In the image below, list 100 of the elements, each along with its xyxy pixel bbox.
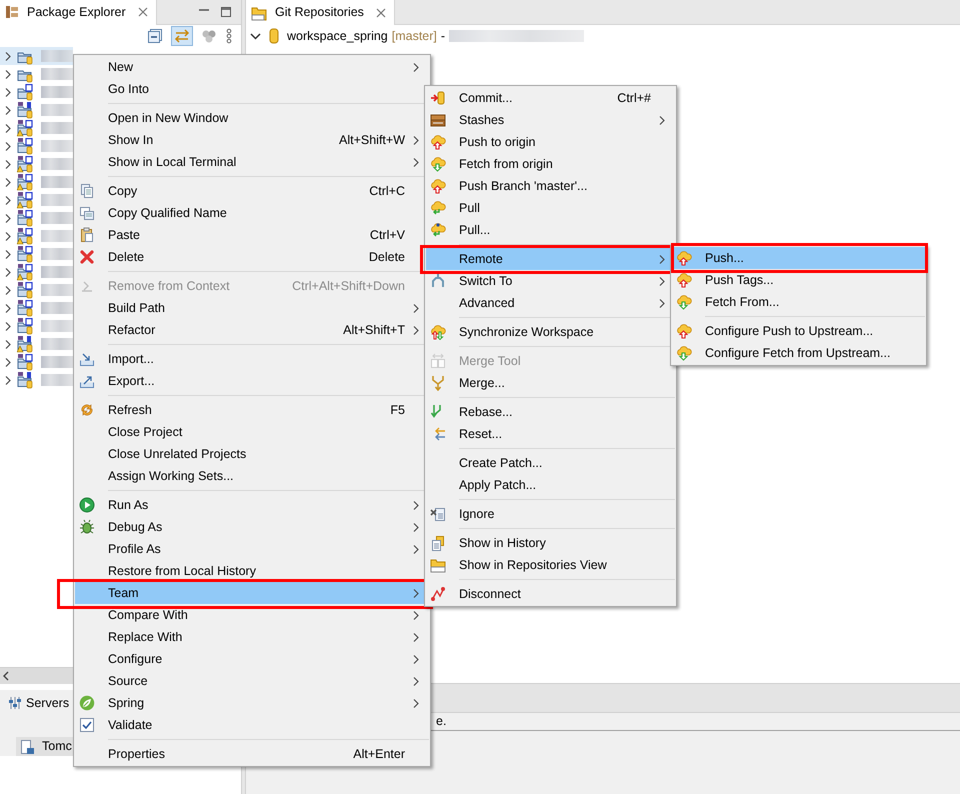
menu-item[interactable]: Push Tags... <box>672 269 925 291</box>
menu-item[interactable]: Disconnect <box>426 583 675 605</box>
close-icon[interactable] <box>138 7 148 17</box>
menu-item[interactable]: Create Patch... <box>426 452 675 474</box>
menu-item[interactable]: Spring <box>75 692 429 714</box>
menu-item[interactable]: Apply Patch... <box>426 474 675 496</box>
menu-item[interactable]: Merge... <box>426 372 675 394</box>
menu-item[interactable]: Ignore <box>426 503 675 525</box>
maximize-icon[interactable] <box>219 6 233 18</box>
cloud-upload-icon <box>430 178 446 194</box>
cloud-download-icon <box>430 156 446 172</box>
server-icon <box>20 738 34 754</box>
server-row[interactable]: Tomc <box>16 737 73 756</box>
menu-item[interactable]: Synchronize Workspace <box>426 321 675 343</box>
chest-icon <box>430 112 446 128</box>
menu-item[interactable]: Pull... <box>426 219 675 241</box>
menu-item[interactable]: Push to origin <box>426 131 675 153</box>
shortcut-text: Ctrl+# <box>616 90 651 107</box>
cloud-download-icon <box>676 345 692 361</box>
cloud-upload-icon <box>676 250 692 266</box>
menu-item[interactable]: Fetch From... <box>672 291 925 313</box>
shortcut-text: Ctrl+Alt+Shift+Down <box>291 278 405 295</box>
cloud-upload-icon <box>430 134 446 150</box>
redacted-name <box>41 284 73 296</box>
redacted-name <box>41 356 73 368</box>
view-tab[interactable]: Git Repositories <box>246 0 395 25</box>
menu-item[interactable]: Configure <box>75 648 429 670</box>
menu-item[interactable]: Commit... Ctrl+# <box>426 87 675 109</box>
pages-icon <box>79 205 95 221</box>
redacted-name <box>41 266 73 278</box>
redacted-name <box>41 176 73 188</box>
shortcut-text: F5 <box>389 402 405 419</box>
redacted-name <box>41 104 73 116</box>
redacted-name <box>41 158 73 170</box>
menu-item[interactable]: Configure Fetch from Upstream... <box>672 342 925 364</box>
repository-icon <box>251 4 267 20</box>
menu-item[interactable]: Push Branch 'master'... <box>426 175 675 197</box>
collapse-all-icon[interactable] <box>147 28 163 44</box>
cloud-upload-icon <box>676 323 692 339</box>
disconnect-icon <box>430 586 446 602</box>
view-tab[interactable]: Servers <box>4 694 74 712</box>
menu-item[interactable]: Stashes <box>426 109 675 131</box>
cloud-download-icon <box>676 294 692 310</box>
menu-item[interactable]: Pull <box>426 197 675 219</box>
redacted-name <box>41 50 73 62</box>
tab-title: Servers <box>26 694 70 712</box>
repository-name: workspace_spring <box>287 28 388 45</box>
play-icon <box>79 497 95 513</box>
redacted-name <box>41 86 73 98</box>
menu-item[interactable]: Advanced <box>426 292 675 314</box>
bug-icon <box>79 519 95 535</box>
view-menu-icon[interactable] <box>225 28 233 44</box>
server-name: Tomc <box>42 738 72 756</box>
redacted-name <box>41 230 73 242</box>
cylinder-icon <box>269 28 279 44</box>
redacted-name <box>41 248 73 260</box>
document-icon <box>430 506 446 522</box>
cloud-sync-icon <box>430 324 446 340</box>
shortcut-text: Delete <box>368 248 405 266</box>
package-icon <box>5 5 19 19</box>
menu-item[interactable]: Push... <box>672 247 925 269</box>
status-text: e. <box>436 713 446 730</box>
tree-row[interactable]: workspace_spring [master] - <box>246 25 960 47</box>
menu-item[interactable]: Show in Repositories View <box>426 554 675 576</box>
menu-item[interactable]: Source <box>75 670 429 692</box>
tray-icon <box>79 351 95 367</box>
menu-item[interactable]: Validate <box>75 714 429 736</box>
redacted-name <box>41 122 73 134</box>
document-icon <box>430 535 446 551</box>
redacted-name <box>41 320 73 332</box>
menu-item[interactable]: New <box>75 56 429 78</box>
cylinder-icon <box>430 90 446 106</box>
menu-item[interactable]: Show in History <box>426 532 675 554</box>
shortcut-text: Ctrl+C <box>368 182 405 200</box>
leaf-icon <box>79 695 95 711</box>
menu-item[interactable]: Replace With <box>75 626 429 648</box>
menu-item[interactable]: Switch To <box>426 270 675 292</box>
redacted-name <box>41 338 73 350</box>
view-tab[interactable]: Package Explorer <box>0 0 157 24</box>
pages-icon <box>79 183 95 199</box>
menu-item[interactable]: Fetch from origin <box>426 153 675 175</box>
separator-text: - <box>440 28 446 45</box>
tree-row[interactable] <box>0 47 73 65</box>
servers-icon <box>8 696 22 710</box>
menu-item[interactable]: Configure Push to Upstream... <box>672 320 925 342</box>
menu-item[interactable]: Properties Alt+Enter <box>75 743 429 765</box>
close-icon[interactable] <box>376 8 386 18</box>
menu-item[interactable]: Rebase... <box>426 401 675 423</box>
window-icon <box>430 353 446 369</box>
cloud-icon <box>430 222 446 238</box>
menu-item[interactable]: Reset... <box>426 423 675 445</box>
fork-icon <box>430 375 446 391</box>
redacted-name <box>41 302 73 314</box>
cloud-upload-icon <box>676 272 692 288</box>
checkbox-icon <box>79 717 95 733</box>
cloud-icon <box>430 200 446 216</box>
branch-icon <box>430 273 446 289</box>
refresh-icon <box>79 402 95 418</box>
branch-label: [master] <box>392 28 437 45</box>
shortcut-text: Alt+Shift+W <box>338 132 405 149</box>
